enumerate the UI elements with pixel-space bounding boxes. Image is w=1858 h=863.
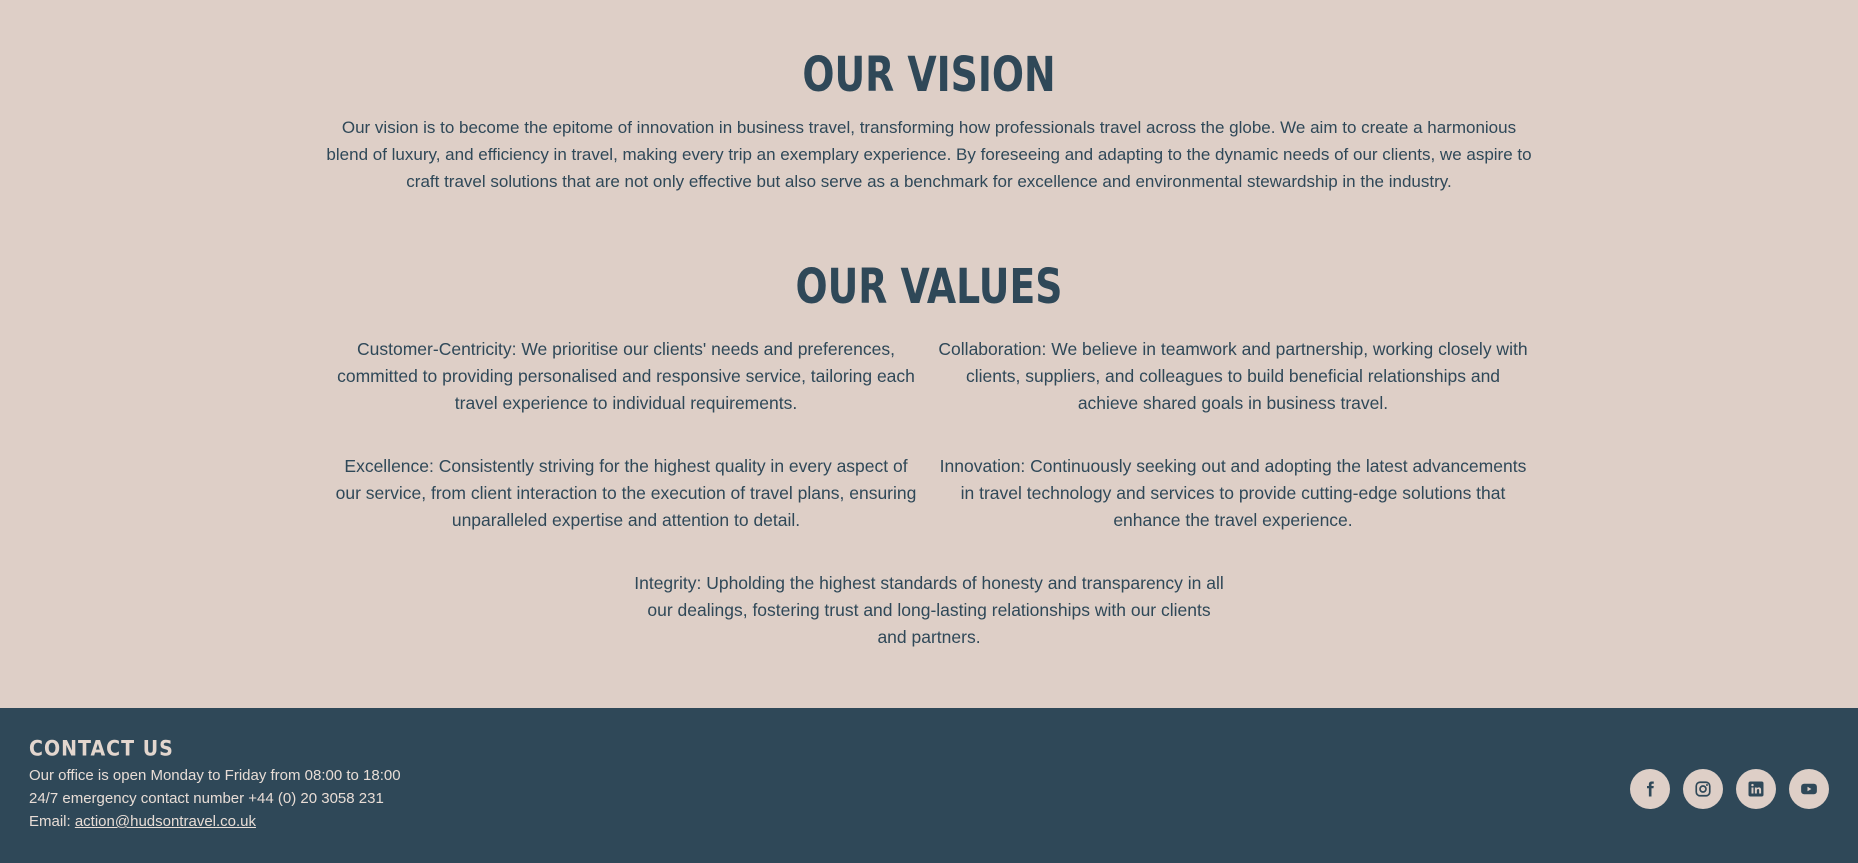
email-link[interactable]: action@hudsontravel.co.uk: [75, 813, 256, 830]
facebook-button[interactable]: [1630, 769, 1670, 809]
value-collaboration: Collaboration: We believe in teamwork an…: [938, 339, 1528, 413]
contact-heading: CONTACT US: [29, 736, 174, 762]
linkedin-icon: [1748, 781, 1764, 797]
office-hours: Our office is open Monday to Friday from…: [29, 767, 401, 784]
social-links: [1630, 769, 1829, 809]
vision-heading: OUR VISION: [802, 46, 1056, 103]
youtube-icon: [1801, 783, 1817, 795]
values-heading: OUR VALUES: [795, 258, 1063, 315]
linkedin-button[interactable]: [1736, 769, 1776, 809]
vision-text: Our vision is to become the epitome of i…: [326, 118, 1532, 191]
instagram-button[interactable]: [1683, 769, 1723, 809]
youtube-button[interactable]: [1789, 769, 1829, 809]
main-content: OUR VISION Our vision is to become the e…: [0, 0, 1858, 708]
value-customer-centricity: Customer-Centricity: We prioritise our c…: [337, 339, 915, 413]
email-line: Email: action@hudsontravel.co.uk: [29, 812, 256, 832]
emergency-contact: 24/7 emergency contact number +44 (0) 20…: [29, 790, 384, 807]
value-innovation: Innovation: Continuously seeking out and…: [939, 456, 1527, 530]
email-label: Email:: [29, 813, 75, 830]
facebook-icon: [1647, 781, 1654, 797]
value-integrity: Integrity: Upholding the highest standar…: [634, 573, 1224, 647]
instagram-icon: [1695, 781, 1711, 797]
footer: CONTACT US Our office is open Monday to …: [0, 708, 1858, 863]
value-excellence: Excellence: Consistently striving for th…: [335, 456, 917, 530]
